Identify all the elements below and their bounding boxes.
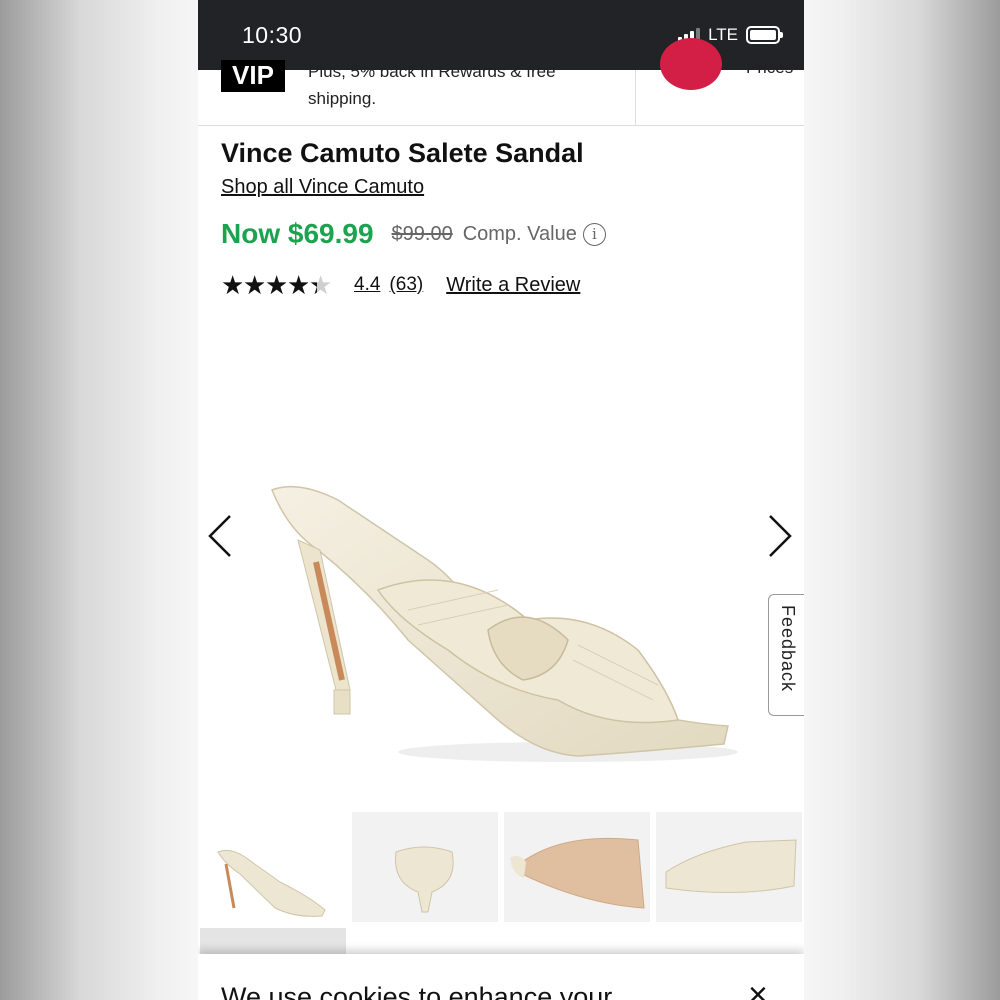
vip-promo-line1: Plus, 5% back in Rewards & free [308,62,556,81]
thumbnail-2-image [394,846,454,913]
product-title: Vince Camuto Salete Sandal [221,138,584,168]
star-icon: ★★ [221,270,245,300]
shop-brand-link[interactable]: Shop all Vince Camuto [221,176,424,199]
sale-price: Now $69.99 [221,218,374,249]
feedback-tab[interactable]: Feedback [768,594,804,716]
battery-icon [746,26,783,44]
thumbnail-active-indicator [200,928,346,954]
network-label: LTE [708,25,738,44]
thumbnail-4-image [665,839,797,894]
thumbnail-3[interactable] [504,812,650,922]
vip-promo-text[interactable]: Plus, 5% back in Rewards & free shipping… [308,58,608,112]
star-icon: ★★ [309,270,333,300]
product-image[interactable] [258,470,738,770]
chevron-right-icon[interactable] [764,512,794,560]
star-rating[interactable]: ★★★★★★★★★★ [221,270,333,300]
thumbnail-4[interactable] [656,812,802,922]
rating-value[interactable]: 4.4 [354,274,380,296]
promo-divider [635,70,636,126]
cookie-banner: We use cookies to enhance your × [198,954,804,1000]
vip-logo: VIP [221,60,285,92]
star-icon: ★★ [287,270,311,300]
thumbnail-strip [198,812,804,924]
star-icon: ★★ [265,270,289,300]
phone-screen: 10:30 LTE VIP Plus, 5% back in Rewards &… [198,0,804,1000]
thumbnail-3-image [510,837,645,909]
info-icon[interactable]: i [582,222,606,246]
cookie-text: We use cookies to enhance your [221,982,613,1000]
chevron-left-icon[interactable] [206,512,236,560]
feedback-label: Feedback [778,605,798,693]
thumbnail-1[interactable] [200,812,346,922]
write-review-link[interactable]: Write a Review [446,274,580,297]
star-icon: ★★ [243,270,267,300]
comp-value-label: Comp. Value [462,222,577,245]
close-icon[interactable]: × [748,978,768,1000]
promo-strip: VIP Plus, 5% back in Rewards & free ship… [198,38,804,126]
promo-right-text[interactable]: Prices [746,58,793,78]
price-row: Now $69.99 $99.00 Comp. Value i [221,218,606,250]
status-time: 10:30 [242,22,303,48]
original-price: $99.00 [391,222,453,245]
vip-promo-line2: shipping. [308,89,377,108]
promo-badge-icon [660,38,722,90]
review-count[interactable]: (63) [389,274,423,296]
thumbnail-1-image [217,849,326,917]
rating-row: ★★★★★★★★★★ 4.4 (63) Write a Review [221,272,580,298]
thumbnail-2[interactable] [352,812,498,922]
